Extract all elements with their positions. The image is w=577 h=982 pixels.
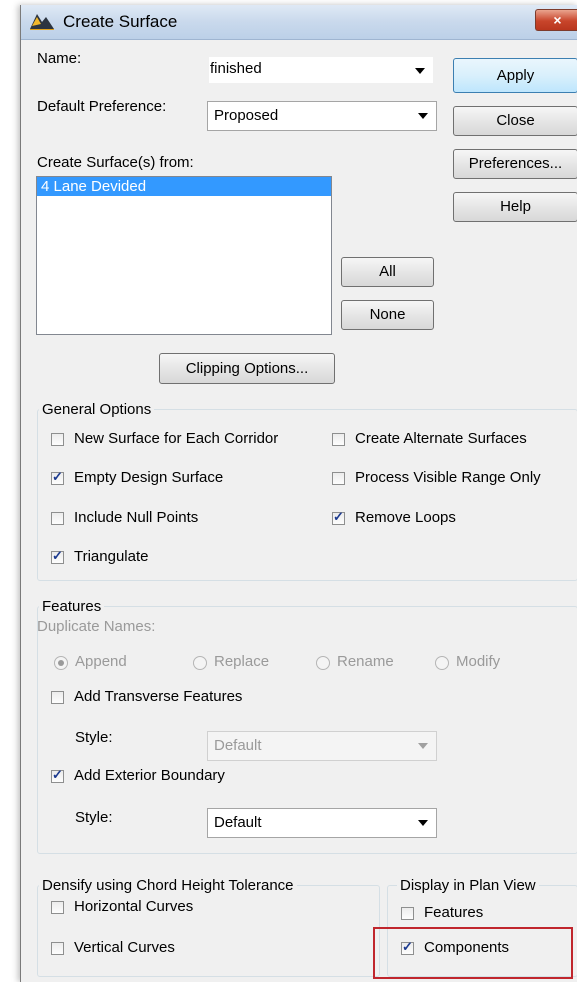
chevron-down-icon	[418, 820, 428, 826]
add-transverse-features-checkbox[interactable]	[51, 691, 64, 704]
create-from-listbox[interactable]: 4 Lane Devided	[36, 176, 332, 335]
empty-design-surface-checkbox[interactable]	[51, 469, 64, 485]
display-plan-view-title: Display in Plan View	[397, 877, 539, 894]
general-options-title: General Options	[39, 401, 155, 418]
remove-loops-checkbox[interactable]	[332, 509, 345, 525]
exterior-style-combobox[interactable]: Default	[207, 808, 437, 838]
style-label-transverse: Style:	[75, 729, 113, 746]
densify-title: Densify using Chord Height Tolerance	[39, 877, 297, 894]
create-alternate-surfaces-label: Create Alternate Surfaces	[355, 430, 527, 447]
name-combobox[interactable]: finished	[209, 57, 433, 83]
empty-design-surface-label: Empty Design Surface	[74, 469, 224, 486]
chevron-down-icon	[418, 743, 428, 749]
triangulate-checkbox[interactable]	[51, 548, 64, 564]
horizontal-curves-checkbox[interactable]	[51, 901, 64, 914]
list-item[interactable]: 4 Lane Devided	[37, 177, 331, 196]
name-label: Name:	[37, 50, 82, 67]
include-null-points-label: Include Null Points	[74, 509, 199, 526]
append-label: Append	[75, 653, 127, 670]
replace-label: Replace	[214, 653, 270, 670]
create-surface-dialog: Create Surface × Name: finished Default …	[20, 5, 577, 982]
components-highlight-box	[373, 927, 573, 979]
new-surface-each-corridor-label: New Surface for Each Corridor	[74, 430, 279, 447]
default-preference-value: Proposed	[214, 107, 279, 124]
include-null-points-checkbox[interactable]	[51, 512, 64, 525]
replace-radio[interactable]	[193, 656, 207, 670]
modify-radio[interactable]	[435, 656, 449, 670]
rename-label: Rename	[337, 653, 394, 670]
none-button[interactable]: None	[341, 300, 434, 330]
duplicate-names-label: Duplicate Names:	[37, 618, 156, 635]
process-visible-range-checkbox[interactable]	[332, 472, 345, 485]
append-radio[interactable]	[54, 656, 68, 670]
rename-radio[interactable]	[316, 656, 330, 670]
add-exterior-boundary-checkbox[interactable]	[51, 767, 64, 783]
create-from-label: Create Surface(s) from:	[37, 154, 194, 171]
help-button[interactable]: Help	[453, 192, 577, 222]
add-transverse-features-label: Add Transverse Features	[74, 688, 243, 705]
chevron-down-icon	[415, 68, 425, 74]
display-features-checkbox[interactable]	[401, 907, 414, 920]
window-title: Create Surface	[63, 12, 178, 31]
default-preference-combobox[interactable]: Proposed	[207, 101, 437, 131]
preferences-button[interactable]: Preferences...	[453, 149, 577, 179]
clipping-options-button[interactable]: Clipping Options...	[159, 353, 335, 384]
new-surface-each-corridor-checkbox[interactable]	[51, 433, 64, 446]
vertical-curves-checkbox[interactable]	[51, 942, 64, 955]
name-value: finished	[210, 60, 262, 77]
process-visible-range-label: Process Visible Range Only	[355, 469, 541, 486]
apply-button[interactable]: Apply	[453, 58, 577, 93]
remove-loops-label: Remove Loops	[355, 509, 456, 526]
horizontal-curves-label: Horizontal Curves	[74, 898, 194, 915]
vertical-curves-label: Vertical Curves	[74, 939, 175, 956]
features-title: Features	[39, 598, 105, 615]
app-icon	[30, 14, 54, 30]
close-button[interactable]: Close	[453, 106, 577, 136]
close-window-button[interactable]: ×	[535, 9, 577, 31]
transverse-style-combobox[interactable]: Default	[207, 731, 437, 761]
create-alternate-surfaces-checkbox[interactable]	[332, 433, 345, 446]
add-exterior-boundary-label: Add Exterior Boundary	[74, 767, 225, 784]
chevron-down-icon	[418, 113, 428, 119]
default-preference-label: Default Preference:	[37, 98, 167, 115]
style-label-exterior: Style:	[75, 809, 113, 826]
exterior-style-value: Default	[214, 814, 262, 831]
title-bar[interactable]: Create Surface ×	[21, 5, 577, 40]
all-button[interactable]: All	[341, 257, 434, 287]
modify-label: Modify	[456, 653, 501, 670]
triangulate-label: Triangulate	[74, 548, 149, 565]
display-features-label: Features	[424, 904, 484, 921]
transverse-style-value: Default	[214, 737, 262, 754]
close-icon: ×	[553, 12, 562, 28]
